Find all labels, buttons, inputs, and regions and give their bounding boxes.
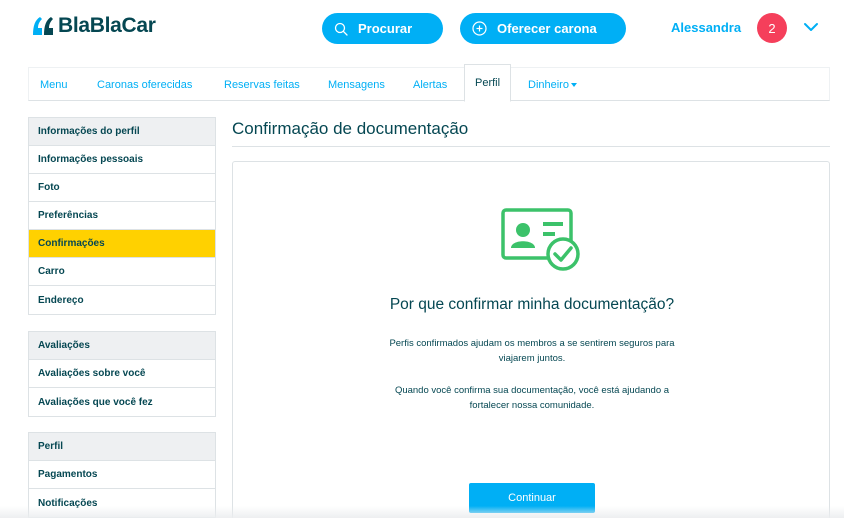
caret-down-icon bbox=[570, 82, 577, 87]
top-header: BlaBlaCar Procurar Oferecer carona Aless… bbox=[0, 0, 844, 60]
blablacar-logo-icon bbox=[32, 16, 56, 36]
sidebar-item-ratings-given[interactable]: Avaliações que você fez bbox=[29, 388, 215, 416]
sidebar-ratings-group: Avaliações Avaliações sobre você Avaliaç… bbox=[28, 331, 216, 417]
tab-profile[interactable]: Perfil bbox=[464, 64, 512, 102]
page-title: Confirmação de documentação bbox=[232, 119, 469, 138]
card-title: Por que confirmar minha documentação? bbox=[389, 296, 675, 313]
plus-circle-icon bbox=[472, 21, 487, 36]
tab-alerts[interactable]: Alertas bbox=[413, 68, 447, 101]
offer-ride-button[interactable]: Oferecer carona bbox=[460, 13, 626, 44]
tab-messages[interactable]: Mensagens bbox=[328, 68, 385, 101]
confirmation-card: Por que confirmar minha documentação? Pe… bbox=[232, 161, 830, 518]
tab-bookings[interactable]: Reservas feitas bbox=[224, 68, 300, 101]
notification-badge[interactable]: 2 bbox=[757, 13, 787, 43]
tab-menu[interactable]: Menu bbox=[40, 68, 68, 101]
card-text-2-line-1: Quando você confirma sua documentação, v… bbox=[394, 385, 670, 396]
card-text-2-line-2: fortalecer nossa comunidade. bbox=[469, 400, 595, 411]
notification-count: 2 bbox=[768, 20, 776, 36]
logo-text: BlaBlaCar bbox=[58, 14, 156, 37]
offer-ride-button-label: Oferecer carona bbox=[497, 21, 597, 36]
sidebar-heading-ratings: Avaliações bbox=[29, 332, 215, 360]
blablacar-logo[interactable]: BlaBlaCar bbox=[32, 14, 156, 38]
title-divider bbox=[232, 146, 830, 147]
search-button[interactable]: Procurar bbox=[322, 13, 443, 44]
search-icon bbox=[334, 22, 348, 36]
sidebar-item-preferences[interactable]: Preferências bbox=[29, 202, 215, 230]
sidebar-profile-group: Informações do perfil Informações pessoa… bbox=[28, 117, 216, 315]
search-button-label: Procurar bbox=[358, 21, 413, 36]
sidebar-item-payments[interactable]: Pagamentos bbox=[29, 461, 215, 489]
id-card-check-icon bbox=[501, 208, 583, 279]
sidebar-item-ratings-received[interactable]: Avaliações sobre você bbox=[29, 360, 215, 388]
sidebar-heading-account: Perfil bbox=[29, 433, 215, 461]
user-name-link[interactable]: Alessandra bbox=[671, 20, 741, 35]
sidebar-item-address[interactable]: Endereço bbox=[29, 286, 215, 314]
sidebar-item-photo[interactable]: Foto bbox=[29, 174, 215, 202]
sidebar-item-personal-info[interactable]: Informações pessoais bbox=[29, 146, 215, 174]
tab-rides-offered[interactable]: Caronas oferecidas bbox=[97, 68, 192, 101]
card-text-1-line-1: Perfis confirmados ajudam os membros a s… bbox=[389, 338, 675, 349]
tab-money[interactable]: Dinheiro bbox=[528, 68, 577, 101]
sidebar-item-car[interactable]: Carro bbox=[29, 258, 215, 286]
card-text-1-line-2: viajarem juntos. bbox=[498, 353, 566, 364]
tab-money-label: Dinheiro bbox=[528, 78, 569, 91]
bottom-fade bbox=[0, 506, 844, 518]
card-text-1: Perfis confirmados ajudam os membros a s… bbox=[233, 336, 831, 366]
sidebar-heading-profile-info: Informações do perfil bbox=[29, 118, 215, 146]
sidebar-item-confirmations[interactable]: Confirmações bbox=[29, 230, 215, 258]
card-text-2: Quando você confirma sua documentação, v… bbox=[233, 383, 831, 413]
profile-tabs: Menu Caronas oferecidas Reservas feitas … bbox=[28, 64, 830, 102]
chevron-down-icon[interactable] bbox=[803, 20, 819, 38]
